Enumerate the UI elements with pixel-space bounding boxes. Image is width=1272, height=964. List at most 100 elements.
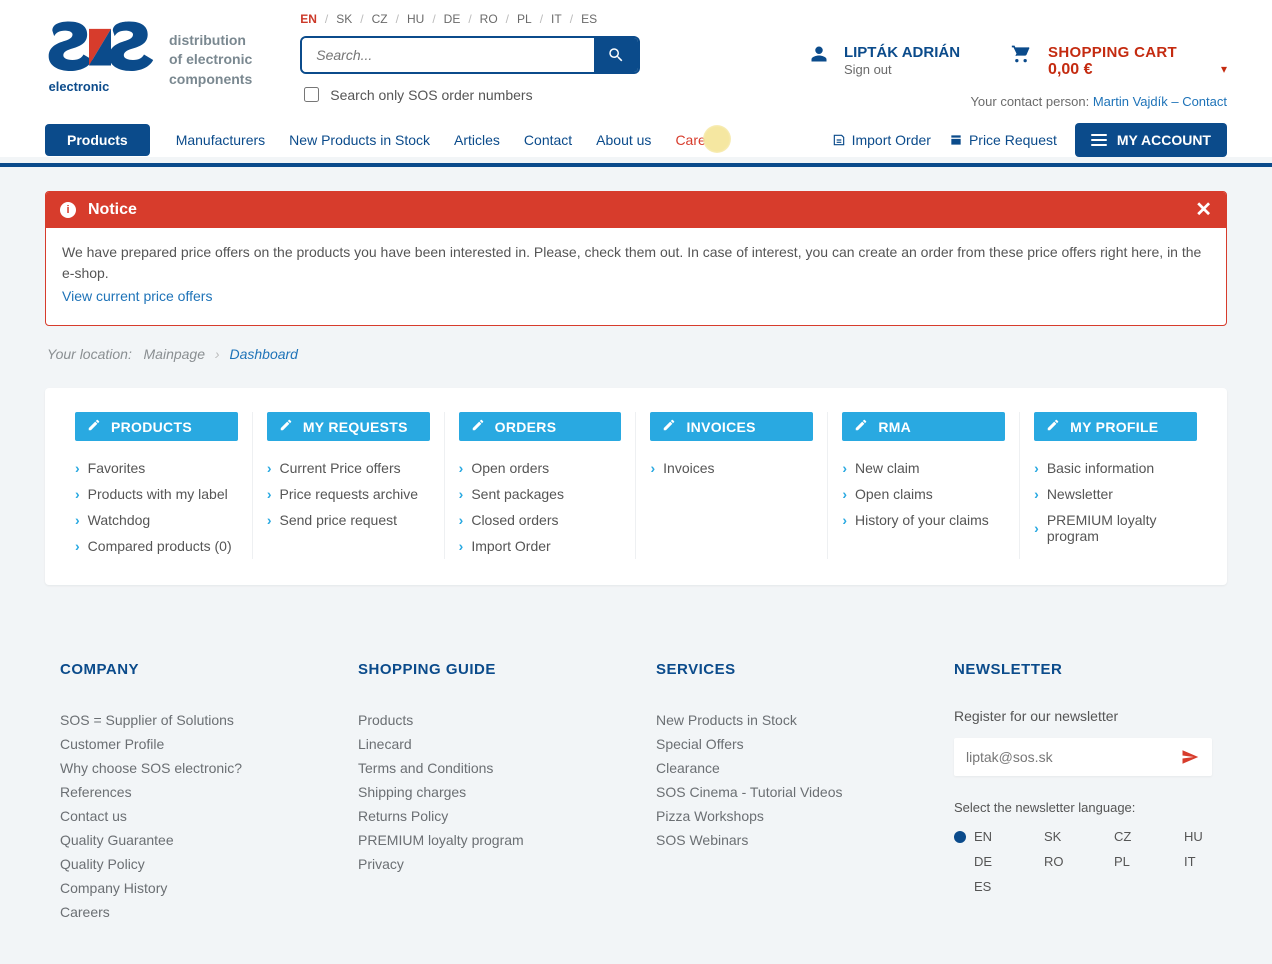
newsletter-lang-sk[interactable]: SK: [1024, 829, 1064, 844]
dashboard-head: PRODUCTS: [75, 412, 238, 441]
cart-block[interactable]: SHOPPING CART 0,00 € ▾: [1010, 44, 1227, 79]
chevron-right-icon: ›: [842, 460, 847, 476]
dashboard-item[interactable]: ›Watchdog: [75, 507, 238, 533]
footer-link[interactable]: References: [60, 780, 318, 804]
nav-link-about-us[interactable]: About us: [596, 132, 651, 148]
lang-de[interactable]: DE: [444, 12, 461, 26]
lang-cz[interactable]: CZ: [372, 12, 388, 26]
lang-ro[interactable]: RO: [480, 12, 498, 26]
user-name: LIPTÁK ADRIÁN: [844, 44, 960, 61]
chevron-right-icon: ›: [459, 512, 464, 528]
edit-icon: [662, 418, 676, 435]
dashboard-item[interactable]: ›Import Order: [459, 533, 622, 559]
contact-person-link[interactable]: Martin Vajdík – Contact: [1093, 94, 1227, 109]
footer-link[interactable]: PREMIUM loyalty program: [358, 828, 616, 852]
radio-icon: [1164, 831, 1176, 843]
footer-link[interactable]: Shipping charges: [358, 780, 616, 804]
footer-link[interactable]: Terms and Conditions: [358, 756, 616, 780]
radio-icon: [1094, 856, 1106, 868]
logo[interactable]: electronic distribution of electronic co…: [45, 12, 252, 100]
footer-link[interactable]: Contact us: [60, 804, 318, 828]
nav-link-manufacturers[interactable]: Manufacturers: [176, 132, 265, 148]
dashboard-item[interactable]: ›PREMIUM loyalty program: [1034, 507, 1197, 549]
send-icon[interactable]: [1180, 748, 1200, 766]
nav-link-new-products-in-stock[interactable]: New Products in Stock: [289, 132, 430, 148]
footer-link[interactable]: Company History: [60, 876, 318, 900]
chevron-right-icon: ›: [75, 538, 80, 554]
nav-link-articles[interactable]: Articles: [454, 132, 500, 148]
chevron-right-icon: ›: [1034, 486, 1039, 502]
dashboard-item[interactable]: ›Closed orders: [459, 507, 622, 533]
cart-icon: [1010, 44, 1032, 67]
lang-sk[interactable]: SK: [336, 12, 352, 26]
newsletter-lang-ro[interactable]: RO: [1024, 854, 1064, 869]
footer-link[interactable]: Why choose SOS electronic?: [60, 756, 318, 780]
dashboard-item[interactable]: ›History of your claims: [842, 507, 1005, 533]
breadcrumb-mainpage[interactable]: Mainpage: [144, 346, 206, 362]
newsletter-lang-de[interactable]: DE: [954, 854, 994, 869]
svg-text:electronic: electronic: [49, 79, 110, 94]
footer-col-services: SERVICESNew Products in StockSpecial Off…: [656, 661, 914, 924]
dashboard-head: RMA: [842, 412, 1005, 441]
search-only-checkbox-row[interactable]: Search only SOS order numbers: [300, 84, 640, 105]
footer-link[interactable]: SOS = Supplier of Solutions: [60, 708, 318, 732]
footer-link[interactable]: Special Offers: [656, 732, 914, 756]
search-only-checkbox[interactable]: [304, 87, 319, 102]
dashboard-item[interactable]: ›Current Price offers: [267, 455, 430, 481]
lang-hu[interactable]: HU: [407, 12, 424, 26]
price-request-link[interactable]: Price Request: [949, 132, 1057, 148]
newsletter-lang-es[interactable]: ES: [954, 879, 994, 894]
footer-col-newsletter: NEWSLETTERRegister for our newsletterlip…: [954, 661, 1212, 924]
footer-link[interactable]: Clearance: [656, 756, 914, 780]
newsletter-input[interactable]: liptak@sos.sk: [954, 738, 1212, 776]
notice-close-button[interactable]: ✕: [1195, 200, 1212, 220]
dashboard-item[interactable]: ›Sent packages: [459, 481, 622, 507]
footer-link[interactable]: Pizza Workshops: [656, 804, 914, 828]
footer-link[interactable]: Customer Profile: [60, 732, 318, 756]
search-button[interactable]: [594, 38, 638, 72]
notice-link[interactable]: View current price offers: [62, 286, 1210, 307]
footer-link[interactable]: Quality Guarantee: [60, 828, 318, 852]
dashboard-item[interactable]: ›New claim: [842, 455, 1005, 481]
sign-out-link[interactable]: Sign out: [844, 62, 892, 77]
dashboard-item[interactable]: ›Price requests archive: [267, 481, 430, 507]
user-block[interactable]: LIPTÁK ADRIÁN Sign out: [810, 44, 960, 79]
dashboard-item[interactable]: ›Open claims: [842, 481, 1005, 507]
lang-en[interactable]: EN: [300, 12, 317, 26]
dashboard-item[interactable]: ›Invoices: [650, 455, 813, 481]
lang-pl[interactable]: PL: [517, 12, 532, 26]
nav-link-contact[interactable]: Contact: [524, 132, 572, 148]
footer-link[interactable]: Products: [358, 708, 616, 732]
dashboard-item[interactable]: ›Favorites: [75, 455, 238, 481]
footer-link[interactable]: SOS Cinema - Tutorial Videos: [656, 780, 914, 804]
newsletter-lang-en[interactable]: EN: [954, 829, 994, 844]
chevron-right-icon: ›: [459, 486, 464, 502]
nav-products-button[interactable]: Products: [45, 124, 150, 156]
dashboard-col-invoices: INVOICES›Invoices: [636, 412, 828, 559]
dashboard-item[interactable]: ›Compared products (0): [75, 533, 238, 559]
sos-logo-icon: electronic: [45, 20, 155, 100]
newsletter-lang-pl[interactable]: PL: [1094, 854, 1134, 869]
search-input[interactable]: [302, 38, 594, 72]
footer-link[interactable]: Linecard: [358, 732, 616, 756]
breadcrumb-current: Dashboard: [229, 346, 298, 362]
import-order-link[interactable]: Import Order: [832, 132, 931, 148]
dashboard-item[interactable]: ›Products with my label: [75, 481, 238, 507]
footer-link[interactable]: New Products in Stock: [656, 708, 914, 732]
newsletter-lang-hu[interactable]: HU: [1164, 829, 1204, 844]
footer-link[interactable]: Quality Policy: [60, 852, 318, 876]
dashboard-item[interactable]: ›Basic information: [1034, 455, 1197, 481]
dashboard-item[interactable]: ›Open orders: [459, 455, 622, 481]
lang-it[interactable]: IT: [551, 12, 562, 26]
footer-link[interactable]: Returns Policy: [358, 804, 616, 828]
dashboard-item[interactable]: ›Newsletter: [1034, 481, 1197, 507]
footer-link[interactable]: Careers: [60, 900, 318, 924]
newsletter-lang-it[interactable]: IT: [1164, 854, 1204, 869]
lang-es[interactable]: ES: [581, 12, 597, 26]
breadcrumb: Your location: Mainpage › Dashboard: [47, 346, 1227, 362]
footer-link[interactable]: Privacy: [358, 852, 616, 876]
newsletter-lang-cz[interactable]: CZ: [1094, 829, 1134, 844]
my-account-button[interactable]: MY ACCOUNT: [1075, 123, 1227, 157]
dashboard-item[interactable]: ›Send price request: [267, 507, 430, 533]
footer-link[interactable]: SOS Webinars: [656, 828, 914, 852]
